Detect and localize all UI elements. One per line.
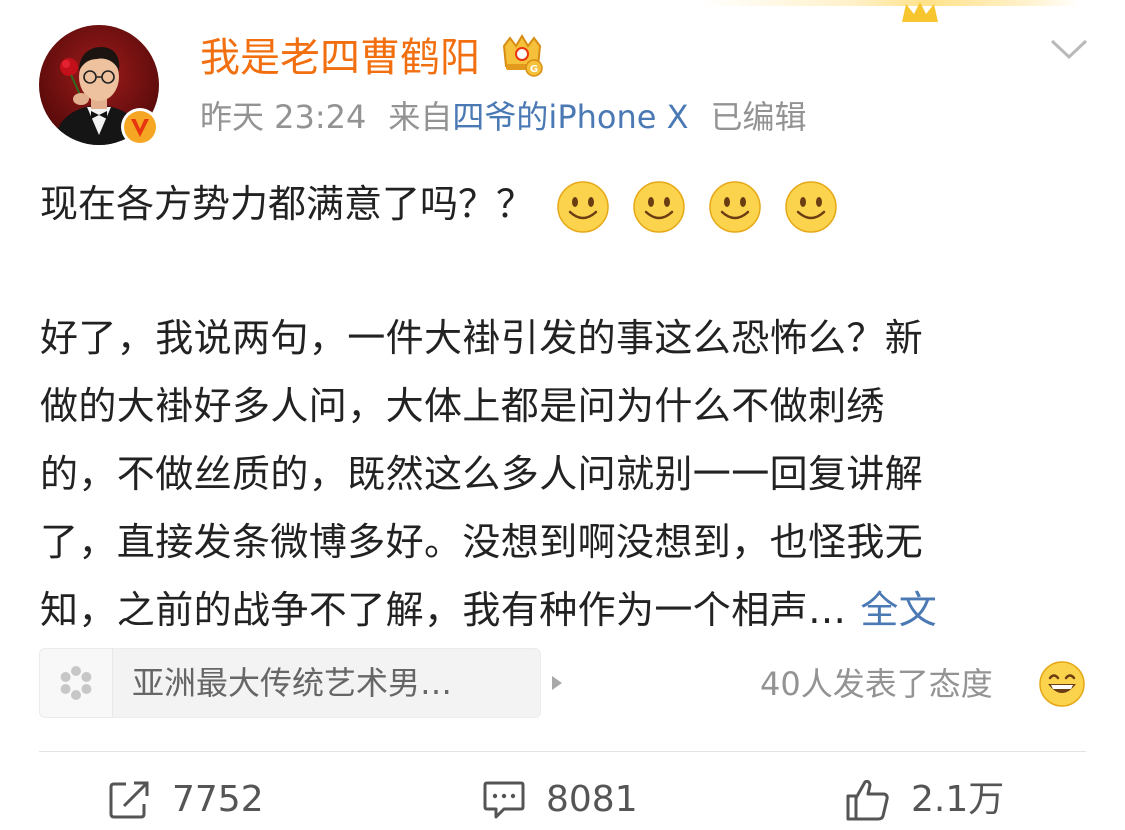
post-text-row: 的，不做丝质的，既然这么多人问就别一一回复讲解 (40, 452, 924, 496)
topic-icon-box (40, 649, 113, 717)
topic-chip[interactable]: 亚洲最大传统艺术男… (39, 648, 562, 718)
smile-emoji-icon (709, 180, 762, 233)
post-text-row: 好了，我说两句，一件大褂引发的事这么恐怖么？新 (40, 316, 924, 360)
comment-icon (483, 781, 525, 819)
svg-text:G: G (530, 64, 538, 75)
post-text-row: 了，直接发条微博多好。没想到啊没想到，也怪我无 (40, 520, 924, 564)
smile-emoji-icon (633, 180, 685, 233)
smile-emoji-icon (557, 180, 609, 233)
smile-emoji-icon (785, 180, 838, 233)
post-time: 昨天 23:24 (200, 98, 367, 136)
play-arrow-icon (552, 676, 562, 690)
source-link[interactable]: 四爷的iPhone X (452, 98, 688, 136)
post-text-last-content: 知，之前的战争不了解，我有种作为一个相声… (40, 588, 847, 632)
full-text-link[interactable]: 全文 (860, 588, 937, 632)
author-name[interactable]: 我是老四曹鹤阳 (200, 32, 480, 84)
edited-label[interactable]: 已编辑 (711, 98, 807, 136)
divider (39, 751, 1086, 752)
verified-badge-icon (121, 108, 159, 146)
top-banner-strip (700, 0, 1080, 6)
attitude-summary[interactable]: 40人发表了态度 (760, 660, 993, 708)
post-text-line1-content: 现在各方势力都满意了吗？？ (40, 182, 535, 226)
post-text-line1: 现在各方势力都满意了吗？？ (40, 176, 838, 233)
top-crown-icon (902, 2, 938, 22)
source-prefix: 来自 (388, 98, 453, 136)
repost-icon (109, 781, 149, 819)
grin-emoji-icon[interactable] (1038, 660, 1086, 708)
post-text-body[interactable]: 好了，我说两句，一件大褂引发的事这么恐怖么？新 做的大褂好多人问，大体上都是问为… (40, 304, 1090, 644)
post-text-row: 做的大褂好多人问，大体上都是问为什么不做刺绣 (40, 384, 885, 428)
like-button[interactable]: 2.1万 (845, 770, 1004, 830)
topic-label: 亚洲最大传统艺术男… (132, 664, 453, 702)
chevron-down-icon[interactable] (1050, 38, 1088, 60)
vip-crown-icon[interactable]: G (498, 32, 546, 78)
like-count: 2.1万 (911, 779, 1005, 820)
repost-button[interactable]: 7752 (108, 770, 264, 830)
comment-count: 8081 (546, 779, 638, 820)
repost-count: 7752 (172, 779, 264, 820)
comment-button[interactable]: 8081 (482, 770, 638, 830)
topic-pinwheel-icon (60, 666, 92, 700)
post-text-row-last: 知，之前的战争不了解，我有种作为一个相声… 全文 (40, 576, 1090, 644)
post-meta: 昨天 23:24 来自四爷的iPhone X 已编辑 (200, 96, 807, 138)
thumbs-up-icon (846, 779, 889, 821)
